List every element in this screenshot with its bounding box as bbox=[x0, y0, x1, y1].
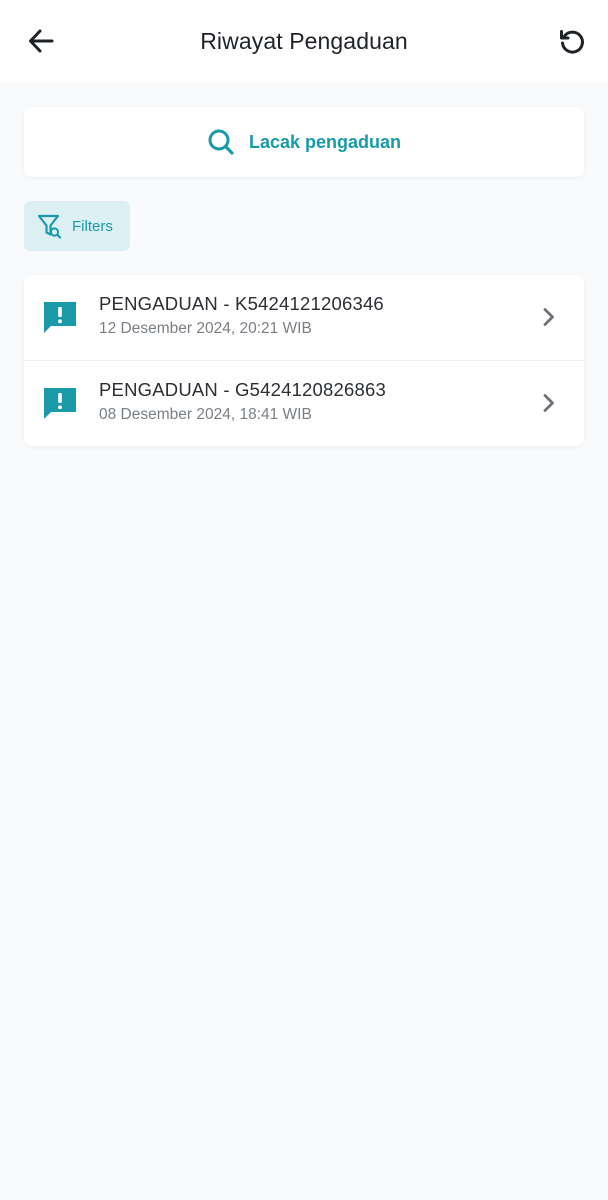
feedback-alert-icon bbox=[44, 388, 76, 419]
complaint-datetime: 08 Desember 2024, 18:41 WIB bbox=[99, 406, 312, 423]
complaint-list: PENGADUAN - K5424121206346 12 Desember 2… bbox=[24, 275, 584, 446]
complaint-title: PENGADUAN - K5424121206346 bbox=[99, 293, 384, 314]
app-header: Riwayat Pengaduan bbox=[0, 0, 608, 82]
chevron-right-icon bbox=[543, 394, 554, 412]
filters-button[interactable]: Filters bbox=[24, 201, 130, 251]
track-complaint-button[interactable]: Lacak pengaduan bbox=[24, 107, 584, 177]
filters-label: Filters bbox=[72, 217, 113, 235]
search-icon bbox=[208, 129, 234, 155]
list-item[interactable]: PENGADUAN - G5424120826863 08 Desember 2… bbox=[24, 360, 584, 446]
feedback-alert-icon bbox=[44, 302, 76, 333]
track-complaint-label: Lacak pengaduan bbox=[248, 131, 402, 152]
refresh-button[interactable] bbox=[552, 21, 592, 61]
refresh-icon bbox=[560, 30, 584, 54]
chevron-right-icon bbox=[543, 308, 554, 326]
complaint-datetime: 12 Desember 2024, 20:21 WIB bbox=[99, 320, 312, 337]
page-title: Riwayat Pengaduan bbox=[200, 27, 408, 54]
back-button[interactable] bbox=[21, 21, 61, 61]
arrow-left-icon bbox=[29, 29, 54, 53]
complaint-history-screen: Riwayat Pengaduan Lacak pengaduan Filter… bbox=[0, 0, 608, 1200]
list-item[interactable]: PENGADUAN - K5424121206346 12 Desember 2… bbox=[24, 275, 584, 360]
complaint-title: PENGADUAN - G5424120826863 bbox=[99, 379, 386, 400]
filter-icon bbox=[37, 214, 62, 239]
